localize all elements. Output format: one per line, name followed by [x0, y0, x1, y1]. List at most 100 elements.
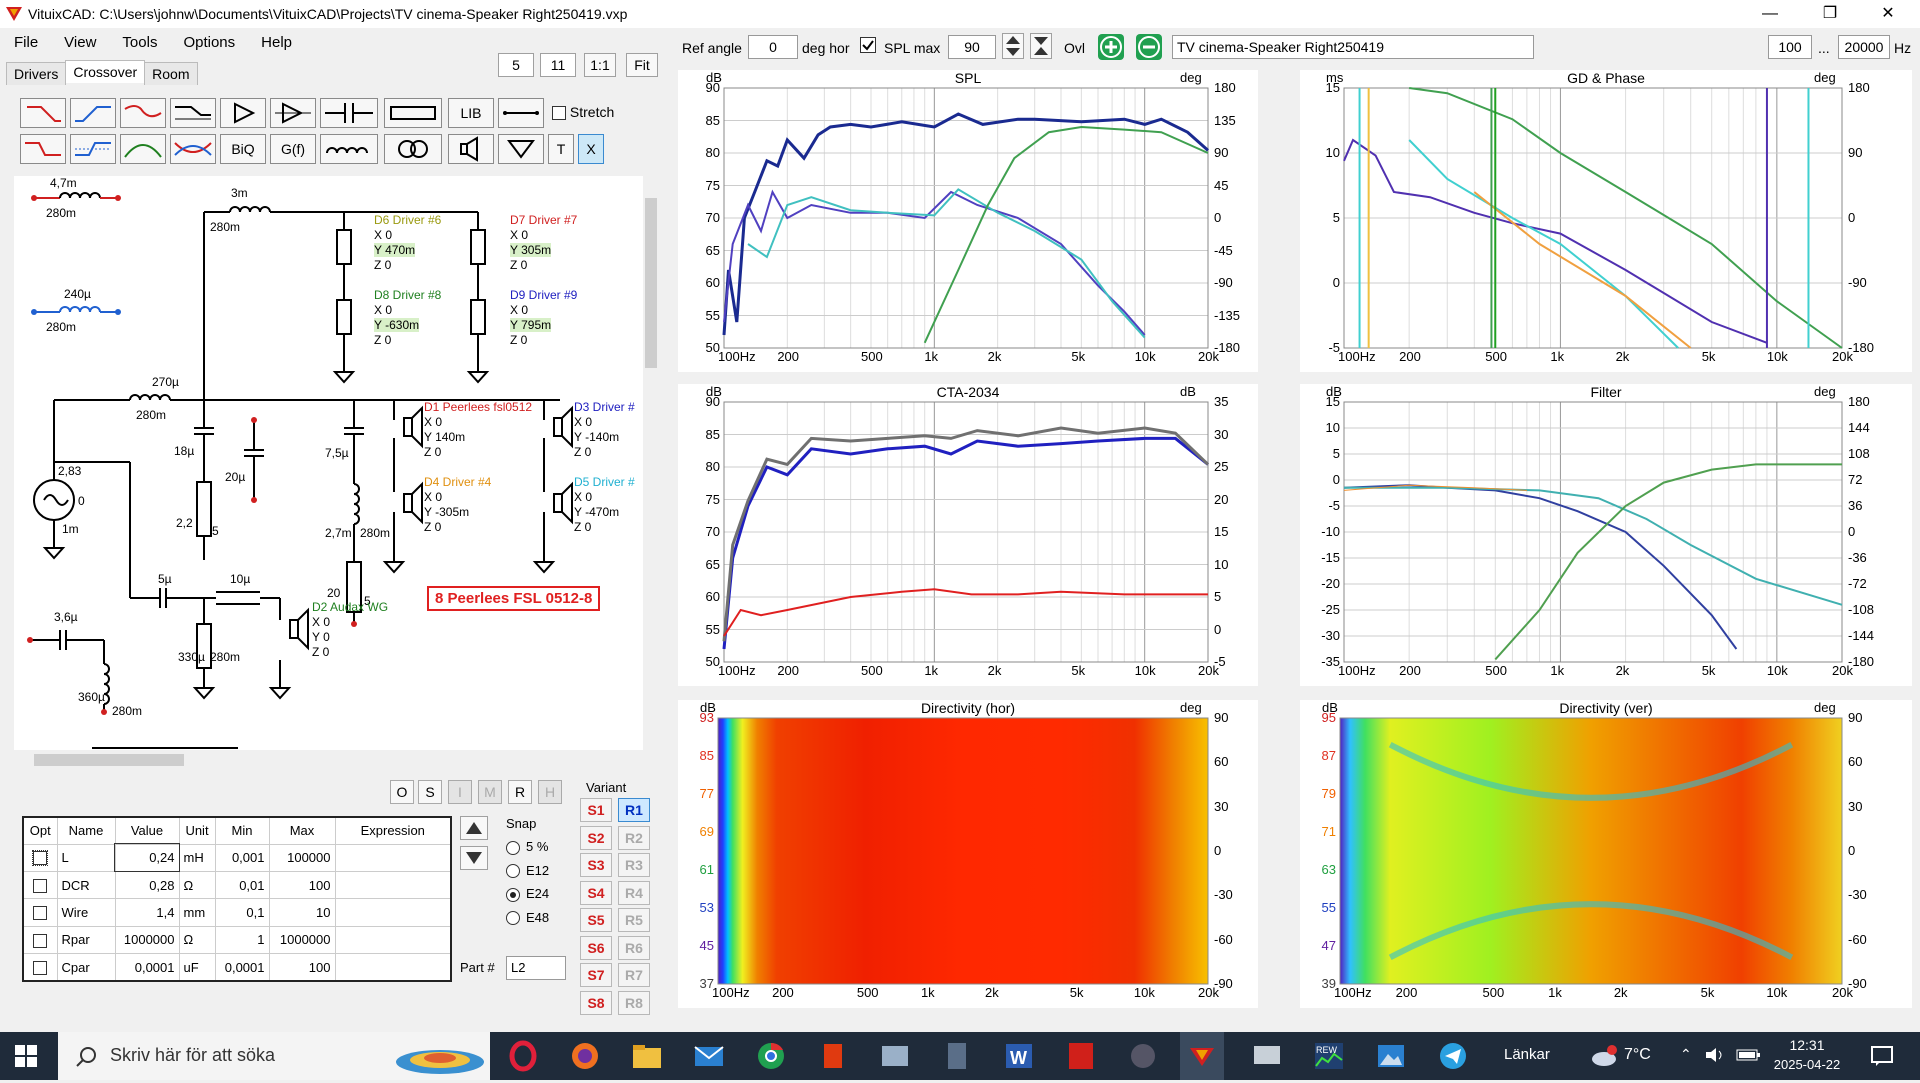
bandstop-button[interactable] — [120, 98, 166, 128]
schematic-label[interactable]: Z 0 — [574, 520, 591, 534]
view-button-m[interactable]: M — [478, 780, 502, 804]
buffer-button[interactable] — [270, 98, 316, 128]
firefox-icon[interactable] — [568, 1040, 602, 1072]
opt-checkbox[interactable] — [32, 850, 49, 867]
mail-icon[interactable] — [692, 1040, 726, 1072]
schematic-label[interactable]: Z 0 — [574, 445, 591, 459]
max-cell[interactable]: 100 — [268, 870, 336, 900]
overlay-remove-button[interactable] — [1136, 34, 1162, 60]
tray-chevron-icon[interactable]: ⌃ — [1680, 1046, 1692, 1063]
vscroll-thumb[interactable] — [645, 198, 657, 368]
min-cell[interactable]: 0,0001 — [214, 953, 270, 982]
variant-r-5[interactable]: R5 — [618, 908, 650, 932]
max-cell[interactable]: 1000000 — [268, 925, 336, 955]
variant-s-4[interactable]: S4 — [580, 880, 612, 905]
variant-s-7[interactable]: S7 — [580, 963, 612, 987]
clock-time[interactable]: 12:31 — [1772, 1037, 1842, 1053]
schematic-label[interactable]: 20 — [327, 586, 340, 600]
snap-option[interactable]: E24 — [506, 886, 549, 902]
name-cell[interactable]: Cpar — [56, 953, 116, 982]
schematic-label[interactable]: X 0 — [424, 490, 442, 504]
schematic-label[interactable]: Y -140m — [574, 430, 619, 444]
schematic-label[interactable]: 270µ — [152, 375, 179, 389]
expression-cell[interactable] — [334, 898, 452, 927]
notification-center-icon[interactable] — [1870, 1044, 1894, 1071]
schematic-label[interactable]: X 0 — [424, 415, 442, 429]
view-button-i[interactable]: I — [448, 780, 472, 804]
vituixcad-taskbar-icon[interactable] — [1180, 1032, 1224, 1080]
office-icon[interactable] — [816, 1040, 850, 1072]
value-cell[interactable]: 0,28 — [114, 870, 180, 900]
stretch-checkbox[interactable]: Stretch — [552, 104, 614, 121]
project-name-input[interactable]: TV cinema-Speaker Right250419 — [1172, 35, 1534, 59]
ground-button[interactable] — [498, 134, 544, 164]
crossover-schematic[interactable]: 4,7m 280m 3m 280m 240µ 280m 270µ 280m 2,83 0 1m 18µ… — [14, 176, 646, 750]
schematic-label[interactable]: 280m — [46, 206, 76, 220]
schematic-label[interactable]: Y 470m — [374, 243, 416, 257]
schematic-label[interactable]: D5 Driver # — [574, 475, 635, 489]
variant-r-1[interactable]: R1 — [618, 798, 650, 822]
variant-s-2[interactable]: S2 — [580, 825, 612, 850]
schematic-label[interactable]: X 0 — [574, 490, 592, 504]
tab-crossover[interactable]: Crossover — [65, 60, 146, 83]
opt-cell[interactable] — [22, 898, 58, 927]
menu-file[interactable]: File — [0, 30, 50, 51]
min-cell[interactable]: 1 — [214, 925, 270, 955]
schematic-label[interactable]: D8 Driver #8 — [374, 288, 441, 302]
plot-gd[interactable]: GD & Phase ms deg 15 10 5 0 -5 180 90 0 -90 -180 100H… — [1300, 70, 1912, 372]
schematic-label[interactable]: D7 Driver #7 — [510, 213, 577, 227]
schematic-label[interactable]: X 0 — [312, 615, 330, 629]
variant-r-4[interactable]: R4 — [618, 880, 650, 905]
schematic-label[interactable]: Y -470m — [574, 505, 619, 519]
schematic-label[interactable]: 20µ — [225, 470, 245, 484]
weather-icon[interactable] — [1590, 1044, 1620, 1071]
schematic-label[interactable]: 360µ — [78, 690, 105, 704]
schematic-label[interactable]: 2,2 — [176, 516, 193, 530]
view-button-o[interactable]: O — [390, 780, 414, 804]
view-button-s[interactable]: S — [418, 780, 442, 804]
min-cell[interactable]: 0,01 — [214, 870, 270, 900]
grid-field-2[interactable]: 11 — [540, 53, 576, 77]
schematic-vscroll[interactable] — [643, 176, 659, 750]
schematic-label[interactable]: 2,7m — [325, 526, 352, 540]
measurement-app-icon[interactable] — [1126, 1040, 1160, 1072]
opt-cell[interactable] — [22, 925, 58, 955]
schematic-label[interactable]: D9 Driver #9 — [510, 288, 577, 302]
variant-r-3[interactable]: R3 — [618, 853, 650, 877]
unit-cell[interactable]: mH — [178, 843, 216, 872]
tab-drivers[interactable]: Drivers — [6, 62, 67, 85]
highpass-blue-button[interactable] — [70, 98, 116, 128]
schematic-label[interactable]: Z 0 — [424, 520, 441, 534]
max-cell[interactable]: 100 — [268, 953, 336, 982]
schematic-label[interactable]: Z 0 — [374, 333, 391, 347]
table-row[interactable]: DCR 0,28 Ω 0,01 100 — [22, 870, 452, 900]
variant-s-1[interactable]: S1 — [580, 798, 612, 822]
word-icon[interactable]: W — [1002, 1040, 1036, 1072]
zoom-1-1-button[interactable]: 1:1 — [584, 53, 616, 77]
name-cell[interactable]: L — [56, 843, 116, 872]
calculator-icon[interactable] — [940, 1040, 974, 1072]
freq-min-input[interactable]: 100 — [1768, 35, 1812, 59]
telegram-icon[interactable] — [1436, 1040, 1470, 1072]
table-row[interactable]: Wire 1,4 mm 0,1 10 — [22, 898, 452, 927]
schematic-label[interactable]: Y 0 — [312, 630, 330, 644]
close-button[interactable]: ✕ — [1866, 2, 1910, 26]
overlay-add-button[interactable] — [1098, 34, 1124, 60]
max-cell[interactable]: 10 — [268, 898, 336, 927]
view-button-h[interactable]: H — [538, 780, 562, 804]
snap-option[interactable]: 5 % — [506, 839, 549, 855]
maximize-button[interactable]: ❐ — [1808, 2, 1852, 26]
battery-icon[interactable] — [1736, 1048, 1762, 1065]
schematic-label[interactable]: 280m — [112, 704, 142, 718]
variant-s-6[interactable]: S6 — [580, 935, 612, 960]
schematic-label[interactable]: X 0 — [510, 228, 528, 242]
schematic-label[interactable]: D1 Peerlees fsl0512 — [424, 400, 532, 414]
opera-icon[interactable] — [506, 1040, 540, 1072]
grid-field-1[interactable]: 5 — [498, 53, 534, 77]
opt-checkbox[interactable] — [33, 933, 48, 948]
spl-spinner-button[interactable] — [1002, 33, 1024, 59]
spl-max-checkbox[interactable] — [860, 37, 876, 56]
min-cell[interactable]: 0,1 — [214, 898, 270, 927]
monitor-app-icon[interactable] — [1250, 1040, 1284, 1072]
file-explorer-icon[interactable] — [630, 1040, 664, 1072]
